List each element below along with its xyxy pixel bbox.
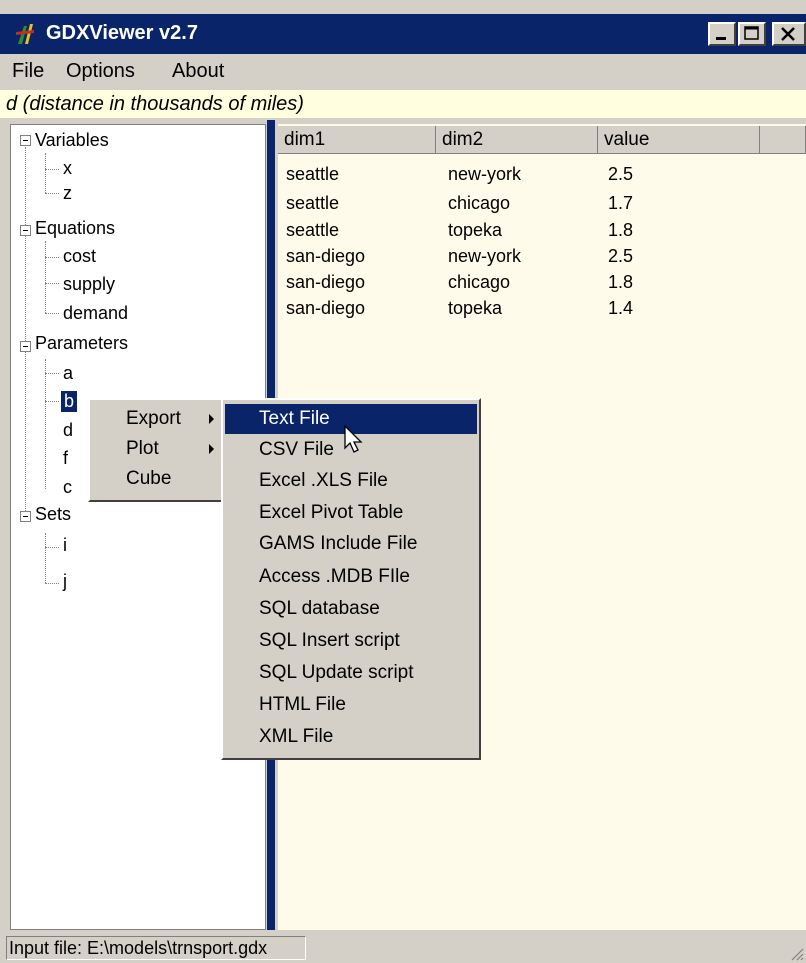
tree-item-i[interactable]: i — [63, 535, 67, 556]
status-bar: Input file: E:\models\trnsport.gdx — [0, 932, 806, 963]
tree-connector — [25, 147, 26, 519]
table-cell[interactable]: new-york — [448, 164, 521, 185]
close-button[interactable] — [772, 22, 806, 46]
export-html-file[interactable]: HTML File — [225, 690, 477, 720]
export-excel-xls-file[interactable]: Excel .XLS File — [225, 466, 477, 496]
table-cell[interactable]: san-diego — [286, 298, 365, 319]
export-xml-file[interactable]: XML File — [225, 722, 477, 752]
menu-item-plot[interactable]: Plot — [92, 434, 222, 464]
tree-group-parameters[interactable]: Parameters — [35, 333, 128, 354]
export-sql-update-script[interactable]: SQL Update script — [225, 658, 477, 688]
menu-options[interactable]: Options — [66, 60, 135, 83]
menu-about[interactable]: About — [172, 60, 224, 83]
export-excel-pivot-table[interactable]: Excel Pivot Table — [225, 498, 477, 528]
tree-connector — [45, 153, 46, 193]
tree-item-j[interactable]: j — [63, 571, 67, 592]
collapse-icon[interactable] — [20, 341, 31, 352]
table-cell[interactable]: 1.7 — [608, 193, 633, 214]
export-gams-include-file[interactable]: GAMS Include File — [225, 529, 477, 559]
context-menu: Export Plot Cube — [88, 398, 226, 502]
tree-item-d[interactable]: d — [63, 420, 73, 441]
table-cell[interactable]: seattle — [286, 220, 339, 241]
table-cell[interactable]: 2.5 — [608, 164, 633, 185]
export-sql-database[interactable]: SQL database — [225, 594, 477, 624]
table-cell[interactable]: topeka — [448, 220, 502, 241]
tree-connector — [45, 283, 59, 284]
table-cell[interactable]: seattle — [286, 164, 339, 185]
tree-connector — [45, 547, 59, 548]
menu-item-export[interactable]: Export — [92, 404, 222, 434]
collapse-icon[interactable] — [20, 225, 31, 236]
tree-item-c[interactable]: c — [63, 477, 72, 498]
table-cell[interactable]: topeka — [448, 298, 502, 319]
menu-item-plot-label: Plot — [126, 438, 159, 459]
tree-item-demand[interactable]: demand — [63, 303, 128, 324]
tree-connector — [45, 373, 59, 374]
tree-group-variables[interactable]: Variables — [35, 130, 109, 151]
tree-connector — [45, 359, 46, 489]
collapse-icon[interactable] — [20, 135, 31, 146]
table-cell[interactable]: new-york — [448, 246, 521, 267]
tree-connector — [45, 401, 59, 402]
close-icon — [781, 27, 795, 41]
maximize-button[interactable] — [738, 22, 766, 46]
column-header-value[interactable]: value — [598, 126, 760, 154]
submenu-arrow-icon — [209, 444, 214, 454]
submenu-arrow-icon — [209, 414, 214, 424]
table-cell[interactable]: 1.8 — [608, 272, 633, 293]
tree-item-a[interactable]: a — [63, 363, 73, 384]
table-cell[interactable]: 2.5 — [608, 246, 633, 267]
tree-item-z[interactable]: z — [63, 183, 72, 204]
collapse-icon[interactable] — [20, 511, 31, 522]
menu-item-cube-label: Cube — [126, 468, 172, 489]
minimize-icon — [716, 37, 726, 40]
app-window: GDXViewer v2.7 File Options About d (dis… — [0, 0, 806, 963]
export-access-mdb-file[interactable]: Access .MDB FIle — [225, 562, 477, 592]
symbol-caption: d (distance in thousands of miles) — [0, 90, 806, 118]
column-header-empty — [760, 126, 806, 154]
tree-connector — [45, 169, 59, 170]
table-cell[interactable]: san-diego — [286, 246, 365, 267]
tree-connector — [45, 313, 59, 314]
column-header-dim2[interactable]: dim2 — [436, 126, 598, 154]
tree-connector — [45, 257, 59, 258]
minimize-button[interactable] — [708, 22, 736, 46]
tree-item-b[interactable]: b — [61, 391, 78, 412]
tree-connector — [45, 241, 46, 313]
tree-connector — [45, 533, 46, 583]
resize-grip-icon[interactable] — [788, 945, 804, 961]
tree-item-cost[interactable]: cost — [63, 246, 96, 267]
table-cell[interactable]: seattle — [286, 193, 339, 214]
tree-group-equations[interactable]: Equations — [35, 218, 115, 239]
column-header-dim1[interactable]: dim1 — [278, 126, 436, 154]
menu-item-export-label: Export — [126, 408, 181, 429]
table-cell[interactable]: chicago — [448, 272, 510, 293]
table-cell[interactable]: 1.8 — [608, 220, 633, 241]
tree-item-supply[interactable]: supply — [63, 274, 115, 295]
mouse-cursor-icon — [344, 425, 363, 453]
status-input-file: Input file: E:\models\trnsport.gdx — [6, 936, 306, 960]
table-cell[interactable]: 1.4 — [608, 298, 633, 319]
window-title: GDXViewer v2.7 — [46, 22, 198, 44]
tree-connector — [45, 583, 59, 584]
tree-item-f[interactable]: f — [63, 448, 68, 469]
maximize-icon — [744, 26, 759, 40]
title-bar[interactable]: GDXViewer v2.7 — [0, 14, 806, 54]
table-cell[interactable]: chicago — [448, 193, 510, 214]
menu-file[interactable]: File — [12, 60, 44, 83]
tree-group-sets[interactable]: Sets — [35, 504, 71, 525]
tree-item-x[interactable]: x — [63, 158, 72, 179]
app-logo-icon — [16, 24, 34, 44]
tree-connector — [45, 193, 59, 194]
menu-bar: File Options About — [0, 54, 806, 90]
table-cell[interactable]: san-diego — [286, 272, 365, 293]
menu-item-cube[interactable]: Cube — [92, 464, 222, 494]
export-sql-insert-script[interactable]: SQL Insert script — [225, 626, 477, 656]
